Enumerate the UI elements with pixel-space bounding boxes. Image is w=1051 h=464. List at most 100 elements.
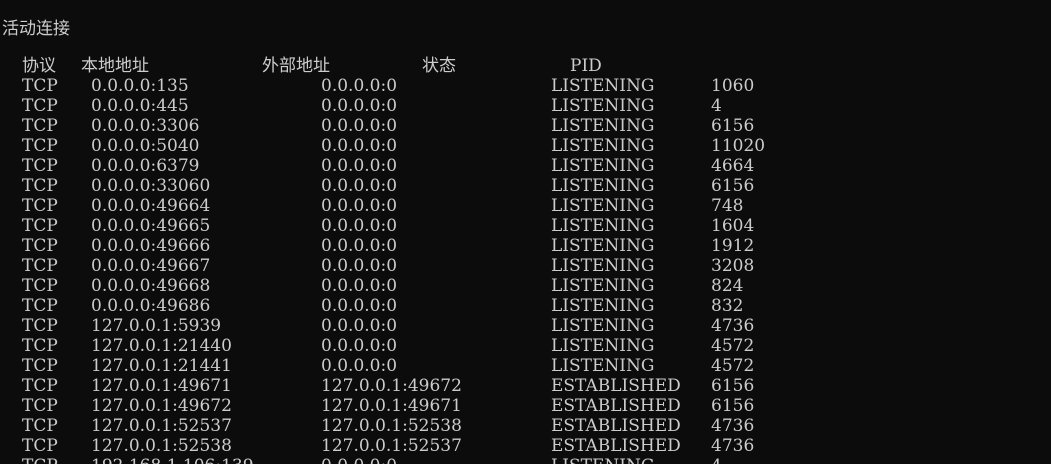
- cell-pid: 4: [711, 96, 722, 116]
- cell-local-address: 127.0.0.1:21440: [91, 336, 232, 356]
- cell-pid: 6156: [711, 396, 755, 416]
- cell-pid: 4: [711, 456, 722, 464]
- cell-state: LISTENING: [551, 176, 655, 196]
- cell-pid: 4664: [711, 156, 755, 176]
- cell-local-address: 0.0.0.0:49665: [91, 216, 211, 236]
- cell-local-address: 0.0.0.0:49666: [91, 236, 211, 256]
- cell-pid: 1604: [711, 216, 755, 236]
- cell-proto: TCP: [22, 176, 58, 196]
- cell-state: LISTENING: [551, 76, 655, 96]
- cell-pid: 4736: [711, 416, 755, 436]
- cell-state: LISTENING: [551, 156, 655, 176]
- cell-pid: 4736: [711, 436, 755, 456]
- cell-state: LISTENING: [551, 456, 654, 464]
- cell-local-address: 127.0.0.1:21441: [91, 356, 232, 376]
- cell-proto: TCP: [22, 456, 58, 464]
- cell-proto: TCP: [22, 356, 58, 376]
- cell-remote-address: 0.0.0.0:0: [321, 116, 398, 136]
- cell-remote-address: 0.0.0.0:0: [321, 296, 398, 316]
- cell-pid: 1912: [711, 236, 755, 256]
- cell-remote-address: 0.0.0.0:0: [321, 156, 398, 176]
- cell-pid: 832: [711, 296, 744, 316]
- cell-remote-address: 0.0.0.0:0: [321, 76, 398, 96]
- cell-pid: 824: [711, 276, 744, 296]
- header-remote-address: 外部地址: [262, 56, 330, 76]
- cell-pid: 3208: [711, 256, 755, 276]
- cell-local-address: 127.0.0.1:49671: [91, 376, 232, 396]
- cell-pid: 1060: [711, 76, 755, 96]
- header-state: 状态: [422, 56, 456, 76]
- cell-state: LISTENING: [551, 96, 655, 116]
- cell-state: LISTENING: [551, 336, 655, 356]
- cell-state: ESTABLISHED: [551, 396, 681, 416]
- cell-proto: TCP: [22, 436, 58, 456]
- cell-local-address: 127.0.0.1:52537: [91, 416, 232, 436]
- cell-remote-address: 0.0.0.0:0: [321, 256, 398, 276]
- cell-state: LISTENING: [551, 256, 655, 276]
- cell-pid: 6156: [711, 376, 755, 396]
- cell-pid: 4572: [711, 336, 755, 356]
- cell-pid: 6156: [711, 176, 755, 196]
- cell-state: LISTENING: [551, 216, 655, 236]
- cell-local-address: 0.0.0.0:33060: [91, 176, 211, 196]
- cell-remote-address: 127.0.0.1:49672: [321, 376, 462, 396]
- cell-state: ESTABLISHED: [551, 436, 681, 456]
- cell-proto: TCP: [22, 416, 58, 436]
- cell-state: LISTENING: [551, 276, 655, 296]
- cell-state: LISTENING: [551, 316, 655, 336]
- cell-proto: TCP: [22, 76, 58, 96]
- cell-pid: 748: [711, 196, 744, 216]
- cell-remote-address: 0.0.0.0:0: [321, 236, 398, 256]
- cell-state: LISTENING: [551, 196, 655, 216]
- cell-remote-address: 0.0.0.0:0: [321, 276, 398, 296]
- cell-proto: TCP: [22, 236, 58, 256]
- cell-proto: TCP: [22, 396, 58, 416]
- cell-state: LISTENING: [551, 116, 655, 136]
- cell-remote-address: 0.0.0.0:0: [321, 176, 398, 196]
- cell-proto: TCP: [22, 96, 58, 116]
- cell-pid: 11020: [711, 136, 766, 156]
- console-output[interactable]: 活动连接 协议 本地地址 外部地址 状态 PID TCP 0.0.0.0:135 0…: [0, 0, 1051, 464]
- cell-state: ESTABLISHED: [551, 416, 681, 436]
- cell-remote-address: 127.0.0.1:52537: [321, 436, 462, 456]
- cell-pid: 4736: [711, 316, 755, 336]
- header-pid: PID: [570, 56, 602, 76]
- cell-local-address: 0.0.0.0:135: [91, 76, 189, 96]
- cell-local-address: 127.0.0.1:49672: [91, 396, 232, 416]
- header-local-address: 本地地址: [81, 56, 149, 76]
- cell-local-address: 0.0.0.0:49686: [91, 296, 211, 316]
- cell-pid: 6156: [711, 116, 755, 136]
- cell-proto: TCP: [22, 116, 58, 136]
- cell-state: LISTENING: [551, 236, 655, 256]
- cell-local-address: 127.0.0.1:52538: [91, 436, 232, 456]
- cell-local-address: 0.0.0.0:49668: [91, 276, 211, 296]
- cell-remote-address: 0.0.0.0:0: [321, 196, 398, 216]
- cell-proto: TCP: [22, 196, 58, 216]
- cell-remote-address: 0.0.0.0:0: [321, 356, 398, 376]
- cell-state: ESTABLISHED: [551, 376, 681, 396]
- cell-local-address: 0.0.0.0:445: [91, 96, 189, 116]
- cell-remote-address: 0.0.0.0:0: [321, 136, 398, 156]
- cell-local-address: 0.0.0.0:3306: [91, 116, 200, 136]
- cell-proto: TCP: [22, 136, 58, 156]
- cell-proto: TCP: [22, 216, 58, 236]
- cell-local-address: 127.0.0.1:5939: [91, 316, 222, 336]
- cell-remote-address: 0.0.0.0:0: [321, 456, 397, 464]
- header-proto: 协议: [22, 56, 56, 76]
- cell-local-address: 0.0.0.0:49667: [91, 256, 211, 276]
- cell-proto: TCP: [22, 256, 58, 276]
- cell-remote-address: 127.0.0.1:49671: [321, 396, 462, 416]
- cell-remote-address: 0.0.0.0:0: [321, 336, 398, 356]
- cell-proto: TCP: [22, 296, 58, 316]
- cell-local-address: 0.0.0.0:6379: [91, 156, 200, 176]
- table-header: 协议 本地地址 外部地址 状态 PID: [0, 56, 602, 76]
- cell-remote-address: 0.0.0.0:0: [321, 216, 398, 236]
- cell-proto: TCP: [22, 156, 58, 176]
- cell-proto: TCP: [22, 376, 58, 396]
- cell-state: LISTENING: [551, 296, 655, 316]
- section-title: 活动连接: [2, 19, 70, 39]
- cell-local-address: 0.0.0.0:5040: [91, 136, 200, 156]
- cell-remote-address: 0.0.0.0:0: [321, 96, 398, 116]
- cell-state: LISTENING: [551, 136, 655, 156]
- cell-remote-address: 0.0.0.0:0: [321, 316, 398, 336]
